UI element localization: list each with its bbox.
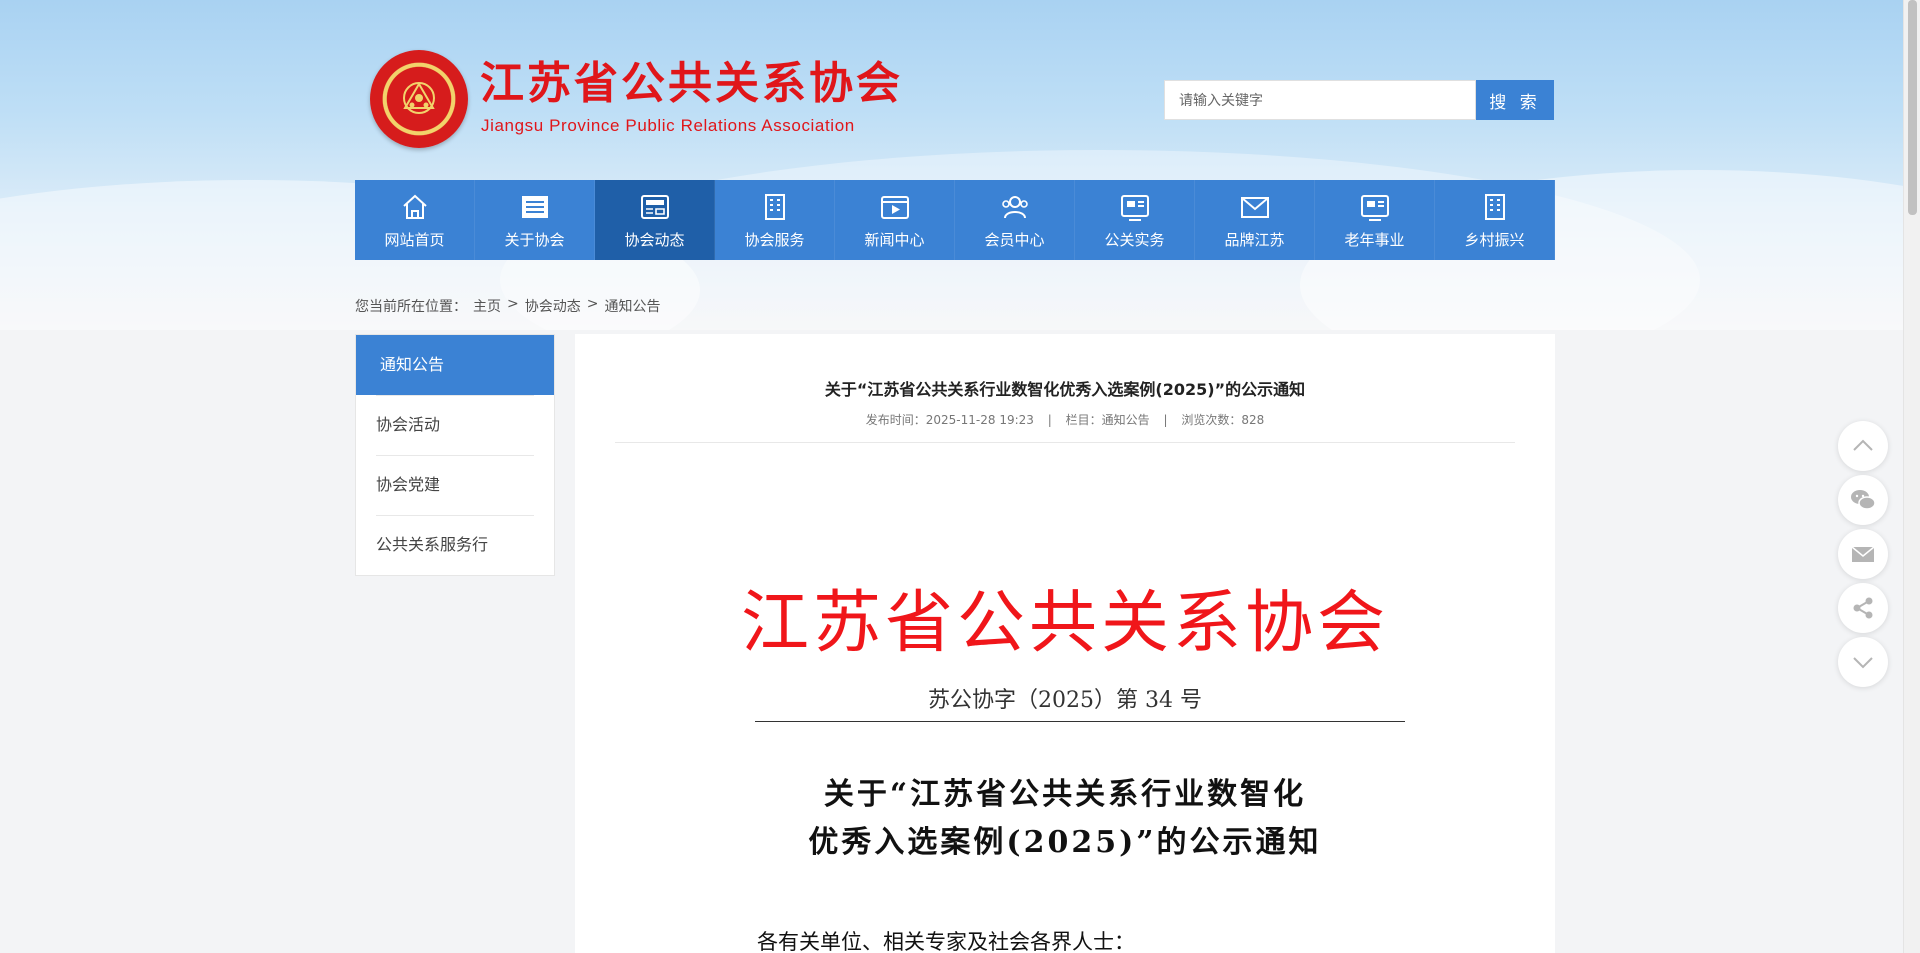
wechat-button[interactable] [1838, 475, 1888, 525]
sidebar: 通知公告 协会活动 协会党建 公共关系服务行 [355, 334, 555, 576]
breadcrumb-separator: > [586, 296, 599, 312]
building-icon [1484, 193, 1505, 220]
nav-label: 网站首页 [384, 230, 445, 249]
nav-item-services[interactable]: 协会服务 [715, 180, 835, 260]
document-title: 关于“江苏省公共关系行业数智化 优秀入选案例(2025)”的公示通知 [575, 771, 1555, 867]
nav-label: 新闻中心 [864, 230, 925, 249]
logo-emblem-icon [403, 82, 435, 114]
news-icon [640, 194, 669, 219]
arrow-up-icon [1853, 439, 1873, 451]
nav-item-home[interactable]: 网站首页 [355, 180, 475, 260]
email-button[interactable] [1838, 529, 1888, 579]
document-title-line2: 优秀入选案例(2025)”的公示通知 [808, 825, 1322, 860]
breadcrumb-section-link[interactable]: 协会动态 [525, 296, 581, 316]
nav-item-members[interactable]: 会员中心 [955, 180, 1075, 260]
document-title-line1: 关于“江苏省公共关系行业数智化 [823, 777, 1307, 812]
nav-label: 协会动态 [624, 230, 685, 249]
association-logo[interactable] [370, 50, 468, 148]
nav-label: 老年事业 [1344, 230, 1405, 249]
arrow-down-icon [1853, 657, 1873, 669]
nav-label: 乡村振兴 [1464, 230, 1525, 249]
divider [615, 442, 1515, 443]
breadcrumb: 您当前所在位置： 主页 > 协会动态 > 通知公告 [355, 296, 660, 316]
card-icon [1120, 194, 1149, 221]
meta-separator: | [1163, 413, 1168, 427]
document-icon [521, 195, 548, 218]
nav-item-news-active[interactable]: 协会动态 [595, 180, 715, 260]
email-icon [1851, 546, 1875, 562]
page-scrollbar[interactable] [1903, 0, 1920, 953]
share-button[interactable] [1838, 583, 1888, 633]
article-meta: 发布时间：2025-11-28 19:23 | 栏目：通知公告 | 浏览次数：8… [575, 411, 1555, 428]
site-subtitle: Jiangsu Province Public Relations Associ… [481, 116, 855, 135]
article-column: 栏目：通知公告 [1065, 413, 1150, 427]
nav-item-pr-practice[interactable]: 公关实务 [1075, 180, 1195, 260]
site-title: 江苏省公共关系协会 [480, 58, 903, 109]
document-rule [755, 721, 1405, 722]
document-greeting: 各有关单位、相关专家及社会各界人士： [757, 930, 1135, 953]
breadcrumb-separator: > [507, 296, 519, 312]
nav-label: 协会服务 [744, 230, 805, 249]
document-issuer-heading: 江苏省公共关系协会 [740, 584, 1389, 663]
nav-item-brand[interactable]: 品牌江苏 [1195, 180, 1315, 260]
meta-separator: | [1047, 413, 1052, 427]
wechat-icon [1851, 490, 1876, 510]
header-background [0, 0, 1920, 330]
article-panel: 关于“江苏省公共关系行业数智化优秀入选案例(2025)”的公示通知 发布时间：2… [575, 334, 1555, 953]
article-title: 关于“江苏省公共关系行业数智化优秀入选案例(2025)”的公示通知 [824, 380, 1306, 399]
breadcrumb-current-link[interactable]: 通知公告 [604, 296, 660, 316]
nav-label: 品牌江苏 [1224, 230, 1285, 249]
breadcrumb-prefix: 您当前所在位置： [355, 299, 467, 315]
share-icon [1853, 597, 1873, 619]
nav-label: 会员中心 [984, 230, 1045, 249]
main-nav: 网站首页 关于协会 协会动态 协会服务 新闻中心 会员中心 公关实务 品牌江苏 … [355, 180, 1555, 260]
home-icon [402, 194, 427, 219]
nav-item-elderly[interactable]: 老年事业 [1315, 180, 1435, 260]
card-icon [1360, 194, 1389, 221]
publish-time: 发布时间：2025-11-28 19:23 [865, 413, 1034, 427]
search-button[interactable]: 搜 索 [1476, 80, 1554, 120]
nav-label: 公关实务 [1104, 230, 1165, 249]
document-number: 苏公协字（2025）第 34 号 [928, 688, 1202, 713]
video-icon [880, 195, 909, 219]
sidebar-item-pr-services[interactable]: 公共关系服务行 [356, 515, 554, 575]
view-count: 浏览次数：828 [1181, 413, 1265, 427]
sidebar-item-party-building[interactable]: 协会党建 [356, 455, 554, 515]
building-icon [764, 193, 785, 220]
sidebar-item-notices[interactable]: 通知公告 [356, 335, 554, 395]
search-bar: 搜 索 [1164, 80, 1554, 120]
mail-icon [1240, 196, 1269, 218]
search-input[interactable] [1164, 80, 1476, 120]
scrollbar-thumb[interactable] [1908, 0, 1917, 215]
scroll-bottom-button[interactable] [1838, 637, 1888, 687]
nav-item-about[interactable]: 关于协会 [475, 180, 595, 260]
scroll-top-button[interactable] [1838, 421, 1888, 471]
breadcrumb-home-link[interactable]: 主页 [473, 296, 501, 316]
sidebar-item-activities[interactable]: 协会活动 [356, 395, 554, 455]
members-icon [1001, 195, 1028, 218]
nav-item-rural[interactable]: 乡村振兴 [1435, 180, 1555, 260]
nav-item-news-center[interactable]: 新闻中心 [835, 180, 955, 260]
nav-label: 关于协会 [504, 230, 565, 249]
floating-toolbar [1838, 421, 1888, 691]
